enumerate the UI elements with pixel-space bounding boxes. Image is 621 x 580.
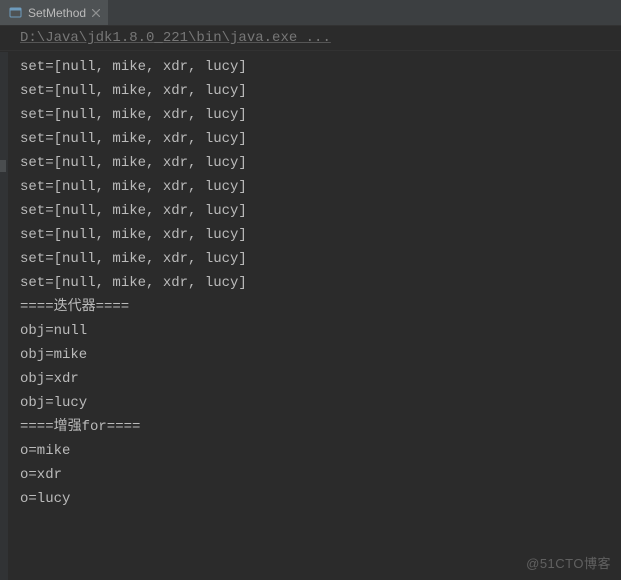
console-output[interactable]: set=[null, mike, xdr, lucy]set=[null, mi… (0, 51, 621, 515)
console-line: obj=xdr (8, 367, 621, 391)
console-line: set=[null, mike, xdr, lucy] (8, 127, 621, 151)
console-line: o=mike (8, 439, 621, 463)
gutter (0, 52, 8, 580)
console-line: obj=null (8, 319, 621, 343)
console-line: set=[null, mike, xdr, lucy] (8, 55, 621, 79)
watermark: @51CTO博客 (526, 553, 611, 572)
console-line: set=[null, mike, xdr, lucy] (8, 271, 621, 295)
command-line[interactable]: D:\Java\jdk1.8.0_221\bin\java.exe ... (0, 26, 621, 51)
run-icon (8, 6, 22, 20)
console-line: ====增强for==== (8, 415, 621, 439)
tab-bar: SetMethod (0, 0, 621, 26)
console-line: set=[null, mike, xdr, lucy] (8, 223, 621, 247)
tab-setmethod[interactable]: SetMethod (0, 0, 108, 25)
console-line: o=lucy (8, 487, 621, 511)
console-line: set=[null, mike, xdr, lucy] (8, 247, 621, 271)
console-line: ====迭代器==== (8, 295, 621, 319)
gutter-marker (0, 160, 6, 172)
tab-label: SetMethod (28, 6, 86, 20)
console-line: set=[null, mike, xdr, lucy] (8, 199, 621, 223)
console-line: set=[null, mike, xdr, lucy] (8, 151, 621, 175)
close-icon[interactable] (92, 9, 100, 17)
console-line: obj=lucy (8, 391, 621, 415)
console-line: obj=mike (8, 343, 621, 367)
console-line: o=xdr (8, 463, 621, 487)
console-line: set=[null, mike, xdr, lucy] (8, 79, 621, 103)
console-line: set=[null, mike, xdr, lucy] (8, 103, 621, 127)
console-line: set=[null, mike, xdr, lucy] (8, 175, 621, 199)
